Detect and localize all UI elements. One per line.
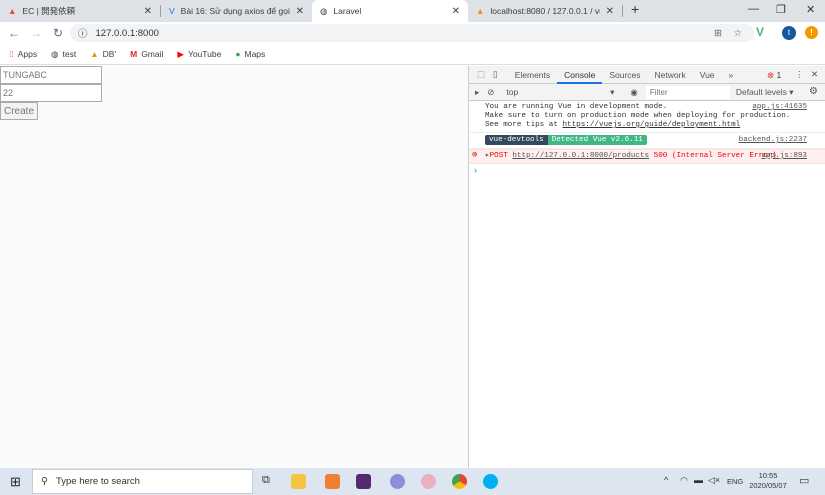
clock[interactable]: 10:55 2020/05/07 [748, 471, 788, 491]
minimize-button[interactable]: — [748, 3, 759, 15]
badge-vue-devtools: vue-devtools [485, 135, 548, 145]
bookmark-maps[interactable]: ● Maps [235, 49, 265, 59]
sidebar-toggle-icon[interactable]: ▸ [469, 87, 485, 98]
youtube-icon: ▶ [177, 48, 184, 59]
bookmark-test[interactable]: ◍ test [51, 49, 76, 60]
clear-console-icon[interactable]: ⊘ [485, 87, 502, 98]
volume-muted-icon[interactable]: ◁× [708, 475, 720, 486]
reload-button[interactable]: ↻ [50, 26, 66, 40]
xampp-icon[interactable] [325, 474, 340, 489]
create-button[interactable]: Create [0, 102, 38, 120]
source-link[interactable]: app.js:893 [761, 152, 807, 161]
more-options-icon[interactable]: ⋮ [795, 69, 804, 80]
apps-grid-icon: ⁞⁞ [9, 49, 14, 59]
snipping-tool-icon[interactable] [421, 474, 436, 489]
close-tab-icon[interactable]: ✕ [144, 6, 152, 17]
console-toolbar: ▸ ⊘ top▾ ◉ Default levels ▾ ⚙ [469, 84, 825, 101]
windows-start-icon[interactable]: ⊞ [10, 474, 21, 490]
globe-icon: ◍ [320, 5, 328, 16]
taskbar-search[interactable]: ⚲ Type here to search [32, 469, 253, 494]
battery-icon[interactable]: ▬ [694, 475, 703, 485]
error-icon: ⊗ [472, 150, 478, 160]
update-alert-icon[interactable]: ! [805, 26, 818, 39]
context-select[interactable]: top ▾ [502, 87, 622, 97]
network-icon[interactable]: ◠ [680, 475, 688, 486]
app-icon[interactable] [390, 474, 405, 489]
close-tab-icon[interactable]: ✕ [606, 6, 614, 17]
devtools-panel: ⬚ ▯ Elements Console Sources Network Vue… [468, 66, 825, 468]
page-content: Create [0, 66, 468, 468]
bookmark-youtube[interactable]: ▶ YouTube [177, 49, 221, 60]
source-link[interactable]: backend.js:2237 [739, 136, 807, 145]
close-tab-icon[interactable]: ✕ [452, 6, 460, 17]
file-explorer-icon[interactable] [291, 474, 306, 489]
phpmyadmin-icon: ▲ [90, 49, 99, 59]
bookmark-gmail[interactable]: M Gmail [130, 49, 163, 59]
globe-icon: ◍ [51, 48, 59, 59]
error-counter[interactable]: ⊗ 1 [767, 70, 781, 81]
info-icon[interactable]: ⓘ [78, 26, 88, 40]
age-input[interactable] [0, 84, 102, 102]
filter-input[interactable] [645, 85, 730, 99]
close-tab-icon[interactable]: ✕ [296, 6, 304, 17]
tab-axios[interactable]: VBài 16: Sử dụng axios để gọi Larav✕ [161, 0, 312, 22]
restore-button[interactable]: ❐ [776, 3, 786, 16]
bookmark-apps[interactable]: ⁞⁞ Apps [9, 49, 37, 59]
tab-strip: ▲ EC | 開発依頼 ✕ V Bài 16: Sử dụng axios để gọ… [0, 0, 825, 22]
console-message-vue: You are running Vue in development mode.… [469, 101, 825, 133]
tab-phpmyadmin[interactable]: ▲localhost:8080 / 127.0.0.1 / vuejs✕ [468, 0, 622, 22]
address-bar[interactable]: ⓘ 127.0.0.1:8000 ⊞ ☆ [70, 24, 754, 42]
tab-sources[interactable]: Sources [602, 66, 647, 84]
avatar[interactable]: t [782, 26, 796, 40]
close-devtools-icon[interactable]: ✕ [811, 69, 818, 80]
error-icon: ⊗ [767, 70, 775, 80]
maps-pin-icon: ● [235, 49, 241, 59]
more-tabs-icon[interactable]: » [722, 66, 741, 84]
devtools-tabs: ⬚ ▯ Elements Console Sources Network Vue… [469, 66, 825, 84]
console-message-error[interactable]: ⊗ ▸POST http://127.0.0.1:8000/products 5… [469, 149, 825, 164]
phpmyadmin-icon: ▲ [476, 6, 485, 16]
toolbar: ← → ↻ ⓘ 127.0.0.1:8000 ⊞ ☆ V t ! [0, 22, 825, 44]
gmail-icon: M [130, 49, 138, 59]
console-prompt[interactable]: › [469, 164, 825, 175]
bookmark-db[interactable]: ▲ DB' [90, 49, 116, 59]
tab-ec[interactable]: ▲ EC | 開発依頼 ✕ [0, 0, 160, 22]
monday-icon: ▲ [8, 6, 17, 16]
name-input[interactable] [0, 66, 102, 84]
tab-elements[interactable]: Elements [508, 66, 557, 84]
forward-button[interactable]: → [28, 26, 44, 40]
gear-icon[interactable]: ⚙ [809, 86, 818, 97]
chrome-icon[interactable] [452, 474, 467, 489]
error-url-link[interactable]: http://127.0.0.1:8000/products [512, 152, 649, 160]
vue-devtools-icon[interactable]: V [756, 25, 764, 39]
v-icon: V [169, 6, 175, 16]
tab-vue[interactable]: Vue [693, 66, 722, 84]
console-message-devtools: vue-devtools Detected Vue v2.6.11 backend… [469, 133, 825, 149]
back-button[interactable]: ← [6, 26, 22, 40]
inspect-icon[interactable]: ⬚ [469, 69, 489, 80]
phpstorm-icon[interactable] [356, 474, 371, 489]
eye-icon[interactable]: ◉ [622, 87, 645, 98]
tray-chevron-icon[interactable]: ^ [664, 475, 668, 485]
language-indicator[interactable]: ENG [727, 477, 743, 486]
device-toolbar-icon[interactable]: ▯ [489, 69, 508, 80]
badge-detected-vue: Detected Vue v2.6.11 [547, 135, 647, 145]
translate-icon[interactable]: ⊞ [714, 28, 722, 39]
tab-network[interactable]: Network [648, 66, 693, 84]
notifications-icon[interactable]: ▭ [799, 474, 809, 487]
deployment-link[interactable]: https://vuejs.org/guide/deployment.html [562, 121, 740, 129]
bookmarks-bar: ⁞⁞ Apps ◍ test ▲ DB' M Gmail ▶ YouTube ● Maps [0, 44, 825, 65]
levels-select[interactable]: Default levels ▾ [730, 87, 820, 98]
tab-laravel[interactable]: ◍ Laravel ✕ [312, 0, 468, 22]
search-icon: ⚲ [41, 476, 48, 487]
skype-icon[interactable] [483, 474, 498, 489]
tab-console[interactable]: Console [557, 66, 603, 84]
new-tab-button[interactable]: + [631, 1, 639, 17]
source-link[interactable]: app.js:41635 [752, 103, 807, 112]
star-icon[interactable]: ☆ [733, 28, 742, 39]
task-view-icon[interactable]: ⧉ [262, 474, 270, 487]
close-window-button[interactable]: ✕ [806, 3, 815, 16]
taskbar: ⊞ ⚲ Type here to search ⧉ ^ ◠ ▬ ◁× ENG 10… [0, 468, 825, 495]
